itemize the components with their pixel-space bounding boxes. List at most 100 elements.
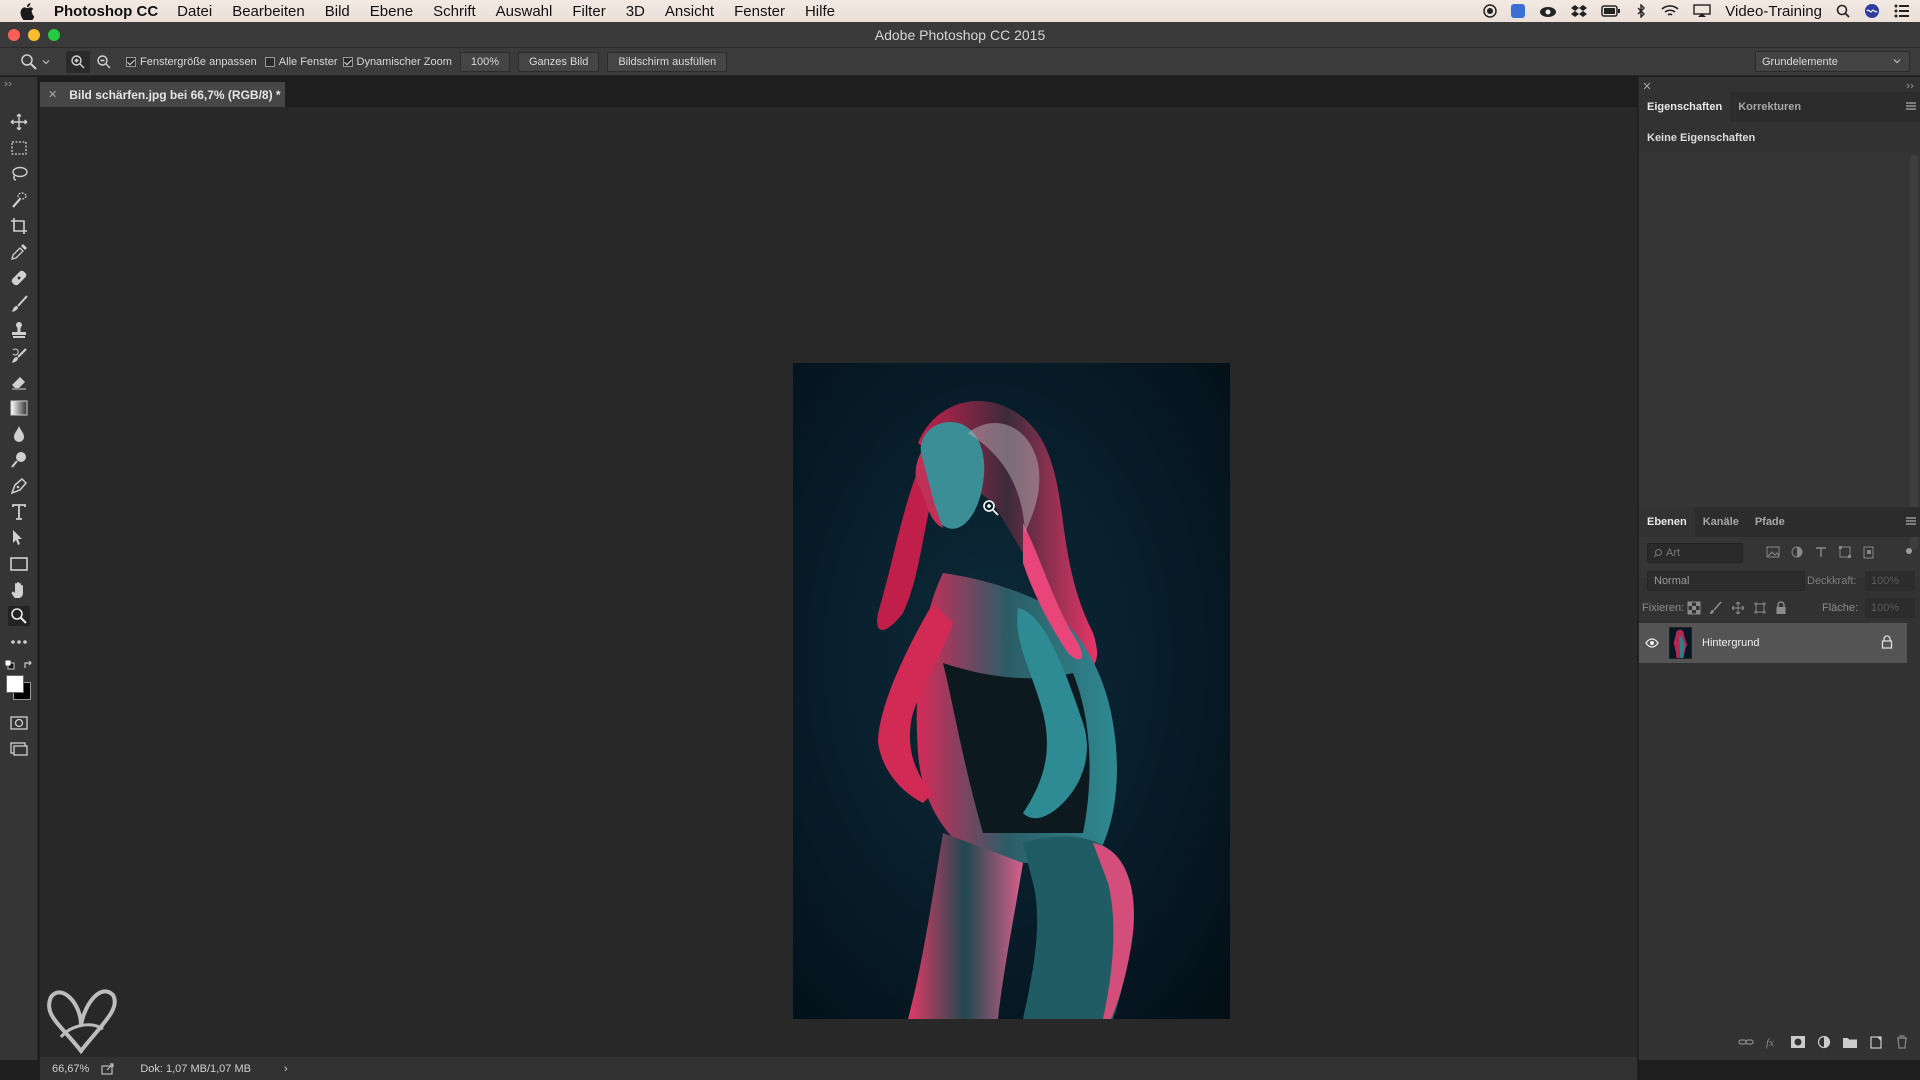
layer-name[interactable]: Hintergrund: [1702, 637, 1759, 649]
zoom-tool[interactable]: [8, 606, 30, 626]
tab-paths[interactable]: Pfade: [1747, 507, 1793, 537]
lock-image-pixels-icon[interactable]: [1709, 601, 1723, 615]
menu-bild[interactable]: Bild: [325, 3, 350, 20]
panel-collapse-icon[interactable]: [4, 81, 14, 87]
lock-artboard-icon[interactable]: [1753, 601, 1767, 615]
quick-mask-button[interactable]: [9, 713, 29, 733]
creative-cloud-icon[interactable]: [1539, 4, 1557, 18]
menu-bearbeiten[interactable]: Bearbeiten: [232, 3, 305, 20]
record-icon[interactable]: [1483, 4, 1498, 18]
hand-tool[interactable]: [9, 580, 29, 600]
close-document-icon[interactable]: ✕: [48, 88, 57, 101]
fit-screen-button[interactable]: Ganzes Bild: [518, 51, 600, 72]
fill-input[interactable]: 100%: [1865, 598, 1915, 618]
history-brush-tool[interactable]: [9, 346, 29, 366]
lock-all-icon[interactable]: [1775, 601, 1787, 615]
eyedropper-tool[interactable]: [9, 242, 29, 262]
canvas-area[interactable]: [40, 107, 1637, 1060]
airplay-icon[interactable]: [1693, 4, 1711, 18]
panel-menu-icon[interactable]: [1905, 101, 1917, 111]
quick-selection-tool[interactable]: [9, 190, 29, 210]
new-layer-icon[interactable]: [1868, 1035, 1884, 1049]
resize-windows-option[interactable]: Fenstergröße anpassen: [126, 56, 257, 68]
new-group-folder-icon[interactable]: [1842, 1035, 1858, 1049]
swap-colors-button[interactable]: [23, 660, 33, 670]
smart-object-filter-icon[interactable]: [1861, 545, 1877, 559]
type-tool[interactable]: [9, 502, 29, 522]
layer-row[interactable]: Hintergrund: [1639, 623, 1907, 663]
tab-layers[interactable]: Ebenen: [1639, 507, 1695, 537]
default-colors-button[interactable]: [5, 660, 15, 670]
brush-tool[interactable]: [9, 294, 29, 314]
dropbox-icon[interactable]: [1571, 4, 1588, 18]
workspace-switcher[interactable]: Grundelemente: [1755, 51, 1910, 72]
adjustment-layer-filter-icon[interactable]: [1789, 545, 1805, 559]
lasso-tool[interactable]: [9, 164, 29, 184]
crop-tool[interactable]: [9, 216, 29, 236]
menu-hilfe[interactable]: Hilfe: [805, 3, 835, 20]
menu-datei[interactable]: Datei: [177, 3, 212, 20]
bluetooth-icon[interactable]: [1635, 4, 1647, 18]
screen-mode-button[interactable]: [9, 739, 29, 759]
wifi-icon[interactable]: [1661, 4, 1679, 18]
blur-tool[interactable]: [9, 424, 29, 444]
delete-layer-icon[interactable]: [1894, 1035, 1910, 1049]
layer-style-fx-icon[interactable]: fx: [1764, 1035, 1780, 1049]
notification-center-icon[interactable]: [1894, 4, 1910, 18]
status-menu-arrow[interactable]: ›: [284, 1063, 288, 1075]
share-icon[interactable]: [101, 1062, 115, 1075]
document-tab[interactable]: ✕ Bild schärfen.jpg bei 66,7% (RGB/8) *: [40, 82, 285, 107]
path-selection-tool[interactable]: [9, 528, 29, 548]
healing-brush-tool[interactable]: [9, 268, 29, 288]
edit-toolbar-button[interactable]: [9, 632, 29, 652]
menu-fenster[interactable]: Fenster: [734, 3, 785, 20]
tab-properties[interactable]: Eigenschaften: [1639, 92, 1731, 122]
menu-3d[interactable]: 3D: [626, 3, 645, 20]
move-tool[interactable]: [9, 112, 29, 132]
type-layer-filter-icon[interactable]: [1813, 545, 1829, 559]
tab-adjustments[interactable]: Korrekturen: [1730, 92, 1809, 122]
layer-visibility-toggle[interactable]: [1639, 638, 1665, 648]
lock-position-icon[interactable]: [1731, 601, 1745, 615]
tab-channels[interactable]: Kanäle: [1695, 507, 1747, 537]
properties-scrollbar[interactable]: [1910, 155, 1918, 550]
menu-filter[interactable]: Filter: [572, 3, 605, 20]
lock-transparent-pixels-icon[interactable]: [1687, 601, 1701, 615]
siri-icon[interactable]: [1864, 3, 1880, 19]
scrubby-zoom-checkbox[interactable]: [342, 56, 353, 67]
zoom-level[interactable]: 66,67%: [52, 1063, 89, 1075]
zoom-100-button[interactable]: 100%: [459, 51, 510, 72]
zoom-out-button[interactable]: [92, 51, 116, 73]
scrubby-zoom-option[interactable]: Dynamischer Zoom: [342, 56, 452, 68]
clone-stamp-tool[interactable]: [9, 320, 29, 340]
apple-menu-icon[interactable]: [0, 2, 54, 20]
all-windows-option[interactable]: Alle Fenster: [264, 56, 338, 68]
add-mask-icon[interactable]: [1790, 1035, 1806, 1049]
document-image[interactable]: [793, 363, 1230, 1019]
menu-app-name[interactable]: Photoshop CC: [54, 3, 158, 20]
panel-menu-icon[interactable]: [1905, 516, 1917, 526]
foreground-color-swatch[interactable]: [6, 675, 24, 693]
user-name[interactable]: Video-Training: [1725, 3, 1822, 20]
layer-filter-select[interactable]: Art: [1647, 543, 1743, 563]
menu-ebene[interactable]: Ebene: [370, 3, 413, 20]
menu-ansicht[interactable]: Ansicht: [665, 3, 714, 20]
marquee-tool[interactable]: [9, 138, 29, 158]
link-layers-icon[interactable]: [1738, 1035, 1754, 1049]
zoom-in-button[interactable]: [66, 50, 90, 73]
layer-filter-toggle[interactable]: [1906, 548, 1912, 554]
pen-tool[interactable]: [9, 476, 29, 496]
rectangle-tool[interactable]: [9, 554, 29, 574]
opacity-input[interactable]: 100%: [1865, 571, 1915, 591]
panel-collapse-icon[interactable]: [1906, 83, 1916, 89]
dodge-tool[interactable]: [9, 450, 29, 470]
blend-mode-select[interactable]: Normal: [1647, 571, 1805, 591]
new-adjustment-layer-icon[interactable]: [1816, 1035, 1832, 1049]
eraser-tool[interactable]: [9, 372, 29, 392]
all-windows-checkbox[interactable]: [264, 56, 275, 67]
close-panel-icon[interactable]: [1643, 82, 1651, 90]
tool-preset-picker[interactable]: [20, 53, 51, 71]
gradient-tool[interactable]: [9, 398, 29, 418]
shape-layer-filter-icon[interactable]: [1837, 545, 1853, 559]
menu-schrift[interactable]: Schrift: [433, 3, 476, 20]
